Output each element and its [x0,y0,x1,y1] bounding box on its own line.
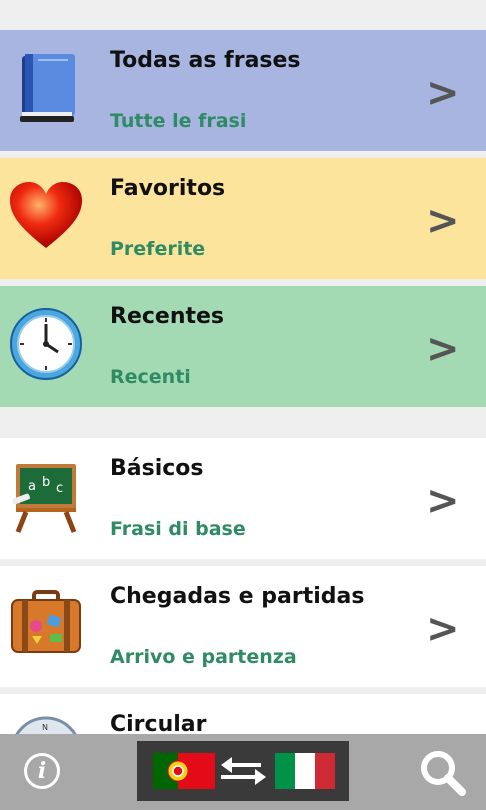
menu-item-subtitle: Frasi di base [110,518,246,540]
menu-item-title: Básicos [110,456,204,481]
language-swap-button[interactable] [137,741,349,801]
svg-text:a: a [28,479,36,494]
clock-icon [10,308,82,380]
italy-flag-icon [275,753,335,789]
menu-item-title: Circular [110,712,207,734]
menu-item-favoritos[interactable]: Favoritos Preferite > [0,158,486,279]
chevron-right-icon: > [426,70,460,116]
bottom-app-bar: i [0,734,486,810]
svg-text:b: b [42,475,50,490]
menu-item-title: Recentes [110,304,225,329]
menu-item-todas-as-frases[interactable]: Todas as frases Tutte le frasi > [0,30,486,151]
chevron-right-icon: > [426,606,460,652]
portugal-flag-icon [153,753,215,789]
svg-text:N: N [42,723,48,732]
language-pair-graphic [153,753,335,789]
menu-item-title: Favoritos [110,176,226,201]
chevron-right-icon: > [426,478,460,524]
menu-item-title: Chegadas e partidas [110,584,365,609]
book-icon [20,54,75,122]
menu-item-subtitle: Arrivo e partenza [110,646,297,668]
category-list: Todas as frases Tutte le frasi > Favorit… [0,0,486,734]
chevron-right-icon: > [426,198,460,244]
suitcase-icon [11,590,81,653]
menu-item-basicos[interactable]: a b c Básicos Frasi di base > [0,438,486,559]
search-icon[interactable] [418,748,466,796]
menu-item-chegadas-e-partidas[interactable]: Chegadas e partidas Arrivo e partenza > [0,566,486,687]
menu-item-subtitle: Tutte le frasi [110,110,247,132]
menu-item-circular[interactable]: N Circular [0,694,486,734]
menu-item-subtitle: Recenti [110,366,191,388]
menu-item-recentes[interactable]: Recentes Recenti > [0,286,486,407]
swap-arrows-icon [221,757,266,785]
svg-text:c: c [56,481,63,496]
compass-icon: N [15,716,77,734]
heart-icon [10,182,82,248]
info-icon[interactable]: i [24,753,60,789]
menu-item-title: Todas as frases [110,48,301,73]
chevron-right-icon: > [426,326,460,372]
chalkboard-icon: a b c [12,464,77,533]
menu-item-subtitle: Preferite [110,238,206,260]
